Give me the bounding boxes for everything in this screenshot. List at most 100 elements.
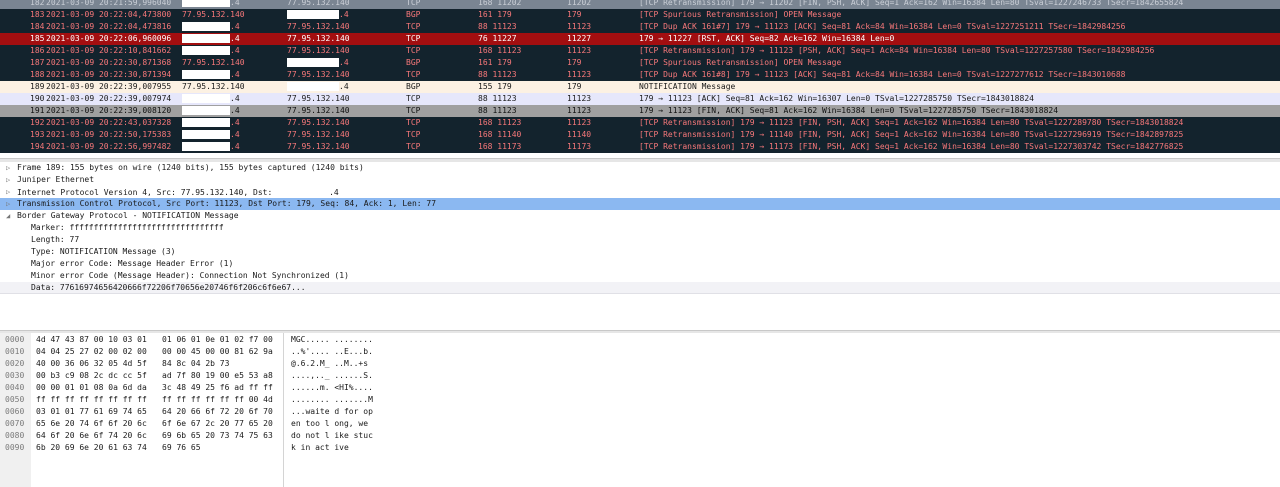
packet-row[interactable]: 193 2021-03-09 20:22:50,175383 .4 77.95.132… [0, 129, 1280, 141]
packet-proto: TCP [406, 129, 420, 141]
packet-time-text: 2021-03-09 20:22:04,473800 [46, 10, 172, 19]
detail-ip-dst: .4 [329, 188, 339, 197]
packet-src-text: .4 [230, 70, 240, 79]
packet-row[interactable]: 194 2021-03-09 20:22:56,997482 .4 77.95.132… [0, 141, 1280, 153]
packet-info-text: 179 → 11123 [ACK] Seq=81 Ack=162 Win=163… [639, 94, 1034, 103]
detail-ip[interactable]: ▷ Internet Protocol Version 4, Src: 77.9… [0, 186, 1280, 198]
packet-dst-text: .4 [339, 82, 349, 91]
bgp-field-data[interactable]: Data: 77616974656420666f72206f70656e2074… [0, 282, 1280, 294]
bytes-hex: ff ff ff ff ff ff ff ff [36, 395, 147, 404]
packet-info-text: NOTIFICATION Message [639, 82, 736, 91]
detail-tcp[interactable]: ▷ Transmission Control Protocol, Src Por… [0, 198, 1280, 210]
packet-no-text: 194 [30, 142, 45, 151]
packet-row[interactable]: 184 2021-03-09 20:22:04,473816 .4 77.95.132… [0, 21, 1280, 33]
packet-row[interactable]: 190 2021-03-09 20:22:39,007974 .4 77.95.132… [0, 93, 1280, 105]
packet-proto: TCP [406, 45, 420, 57]
packet-len: 88 11123 [478, 93, 517, 105]
packet-proto: TCP [406, 93, 420, 105]
bytes-hex: ff ff ff ff ff ff 00 4d [162, 395, 273, 404]
packet-src: .4 [182, 21, 282, 33]
bytes-hex: 84 8c 04 2b 73 [162, 359, 230, 368]
packet-no: 194 [30, 141, 44, 153]
redacted-address [182, 106, 230, 115]
packet-row[interactable]: 189 2021-03-09 20:22:39,007955 77.95.132.1… [0, 81, 1280, 93]
packet-len: 161 179 [478, 57, 512, 69]
bytes-ascii: ...waite d for op [291, 407, 373, 416]
bgp-field-label: Minor error Code (Message Header): Conne… [31, 271, 349, 280]
packet-src: .4 [182, 93, 282, 105]
packet-time-text: 2021-03-09 20:22:39,008120 [46, 106, 172, 115]
detail-juniper[interactable]: ▷ Juniper Ethernet [0, 174, 1280, 186]
redacted-address [182, 22, 230, 31]
packet-dst-text: 77.95.132.140 [287, 22, 350, 31]
packet-info: [TCP Spurious Retransmission] OPEN Messa… [639, 9, 841, 21]
packet-info: [TCP Retransmission] 179 → 11202 [FIN, P… [639, 0, 1183, 9]
packet-port: 11123 [567, 118, 592, 127]
packet-list[interactable]: 182 2021-03-09 20:21:59,996040 .4 77.95.132… [0, 0, 1280, 158]
packet-no: 188 [30, 69, 44, 81]
packet-time: 2021-03-09 20:22:39,008120 [46, 105, 171, 117]
packet-row[interactable]: 186 2021-03-09 20:22:10,841662 .4 77.95.132… [0, 45, 1280, 57]
packet-len: 168 11202 [478, 0, 521, 9]
expand-arrow-icon[interactable]: ▷ [6, 162, 10, 174]
detail-frame[interactable]: ▷ Frame 189: 155 bytes on wire (1240 bit… [0, 162, 1280, 174]
packet-dst-text: 77.95.132.140 [287, 142, 350, 151]
bytes-hex: 03 01 01 77 61 69 74 65 [36, 407, 147, 416]
packet-len-text: 168 11123 [478, 46, 522, 55]
bgp-field-major-error[interactable]: Major error Code: Message Header Error (… [0, 258, 1280, 270]
packet-time-text: 2021-03-09 20:22:30,871394 [46, 70, 172, 79]
packet-src-text: .4 [230, 34, 240, 43]
expand-arrow-icon[interactable]: ▷ [6, 198, 10, 210]
packet-row[interactable]: 191 2021-03-09 20:22:39,008120 .4 77.95.132… [0, 105, 1280, 117]
bgp-field-marker[interactable]: Marker: ffffffffffffffffffffffffffffffff [0, 222, 1280, 234]
bytes-hex: 00 00 45 00 00 81 62 9a [162, 347, 273, 356]
packet-time-text: 2021-03-09 20:22:10,841662 [46, 46, 172, 55]
packet-dst-text: .4 [339, 58, 349, 67]
redacted-address [182, 118, 230, 127]
redacted-address [287, 58, 339, 67]
bytes-ascii: en too l ong, we [291, 419, 369, 428]
redacted-address [287, 10, 339, 19]
redacted-address [182, 142, 230, 151]
packet-row[interactable]: 185 2021-03-09 20:22:06,960096 .4 77.95.132… [0, 33, 1280, 45]
packet-src-text: 77.95.132.140 [182, 82, 245, 91]
packet-no: 187 [30, 57, 44, 69]
packet-no-text: 187 [30, 58, 45, 67]
collapse-arrow-icon[interactable]: ◢ [6, 210, 10, 222]
packet-row[interactable]: 182 2021-03-09 20:21:59,996040 .4 77.95.132… [0, 0, 1280, 9]
packet-details-pane[interactable]: ▷ Frame 189: 155 bytes on wire (1240 bit… [0, 162, 1280, 330]
packet-dst-text: 77.95.132.140 [287, 94, 350, 103]
packet-dst: .4 [287, 57, 402, 69]
detail-tcp-label: Transmission Control Protocol, Src Port:… [17, 199, 437, 208]
packet-row[interactable]: 183 2021-03-09 20:22:04,473800 77.95.132.1… [0, 9, 1280, 21]
bytes-hex: 69 6b 65 20 73 74 75 63 [162, 431, 273, 440]
packet-proto-text: TCP [406, 106, 421, 115]
packet-time: 2021-03-09 20:22:39,007955 [46, 81, 171, 93]
bgp-field-type[interactable]: Type: NOTIFICATION Message (3) [0, 246, 1280, 258]
expand-arrow-icon[interactable]: ▷ [6, 174, 10, 186]
expand-arrow-icon[interactable]: ▷ [6, 186, 10, 198]
redacted-address [182, 70, 230, 79]
bytes-hex: 64 20 66 6f 72 20 6f 70 [162, 407, 273, 416]
packet-dst: 77.95.132.140 [287, 117, 402, 129]
packet-row[interactable]: 188 2021-03-09 20:22:30,871394 .4 77.95.132… [0, 69, 1280, 81]
packet-proto-text: BGP [406, 82, 421, 91]
packet-time: 2021-03-09 20:22:39,007974 [46, 93, 171, 105]
packet-time: 2021-03-09 20:22:10,841662 [46, 45, 171, 57]
packet-info: [TCP Dup ACK 161#8] 179 → 11123 [ACK] Se… [639, 69, 1125, 81]
packet-port: 11123 [567, 106, 592, 115]
packet-bytes-pane[interactable]: 0000 4d 47 43 87 00 10 03 01 01 06 01 0e 0… [0, 333, 1280, 487]
redacted-address [287, 82, 339, 91]
packet-src: .4 [182, 33, 282, 45]
packet-src: .4 [182, 105, 282, 117]
bytes-hex: 6b 20 69 6e 20 61 63 74 [36, 443, 147, 452]
packet-proto: TCP [406, 69, 420, 81]
packet-len: 76 11227 [478, 33, 517, 45]
packet-no-text: 191 [30, 106, 45, 115]
detail-bgp[interactable]: ◢ Border Gateway Protocol - NOTIFICATION… [0, 210, 1280, 222]
bgp-field-length[interactable]: Length: 77 [0, 234, 1280, 246]
packet-row[interactable]: 187 2021-03-09 20:22:30,871368 77.95.132.1… [0, 57, 1280, 69]
bgp-field-minor-error[interactable]: Minor error Code (Message Header): Conne… [0, 270, 1280, 282]
packet-no-text: 184 [30, 22, 45, 31]
packet-row[interactable]: 192 2021-03-09 20:22:43,037328 .4 77.95.132… [0, 117, 1280, 129]
